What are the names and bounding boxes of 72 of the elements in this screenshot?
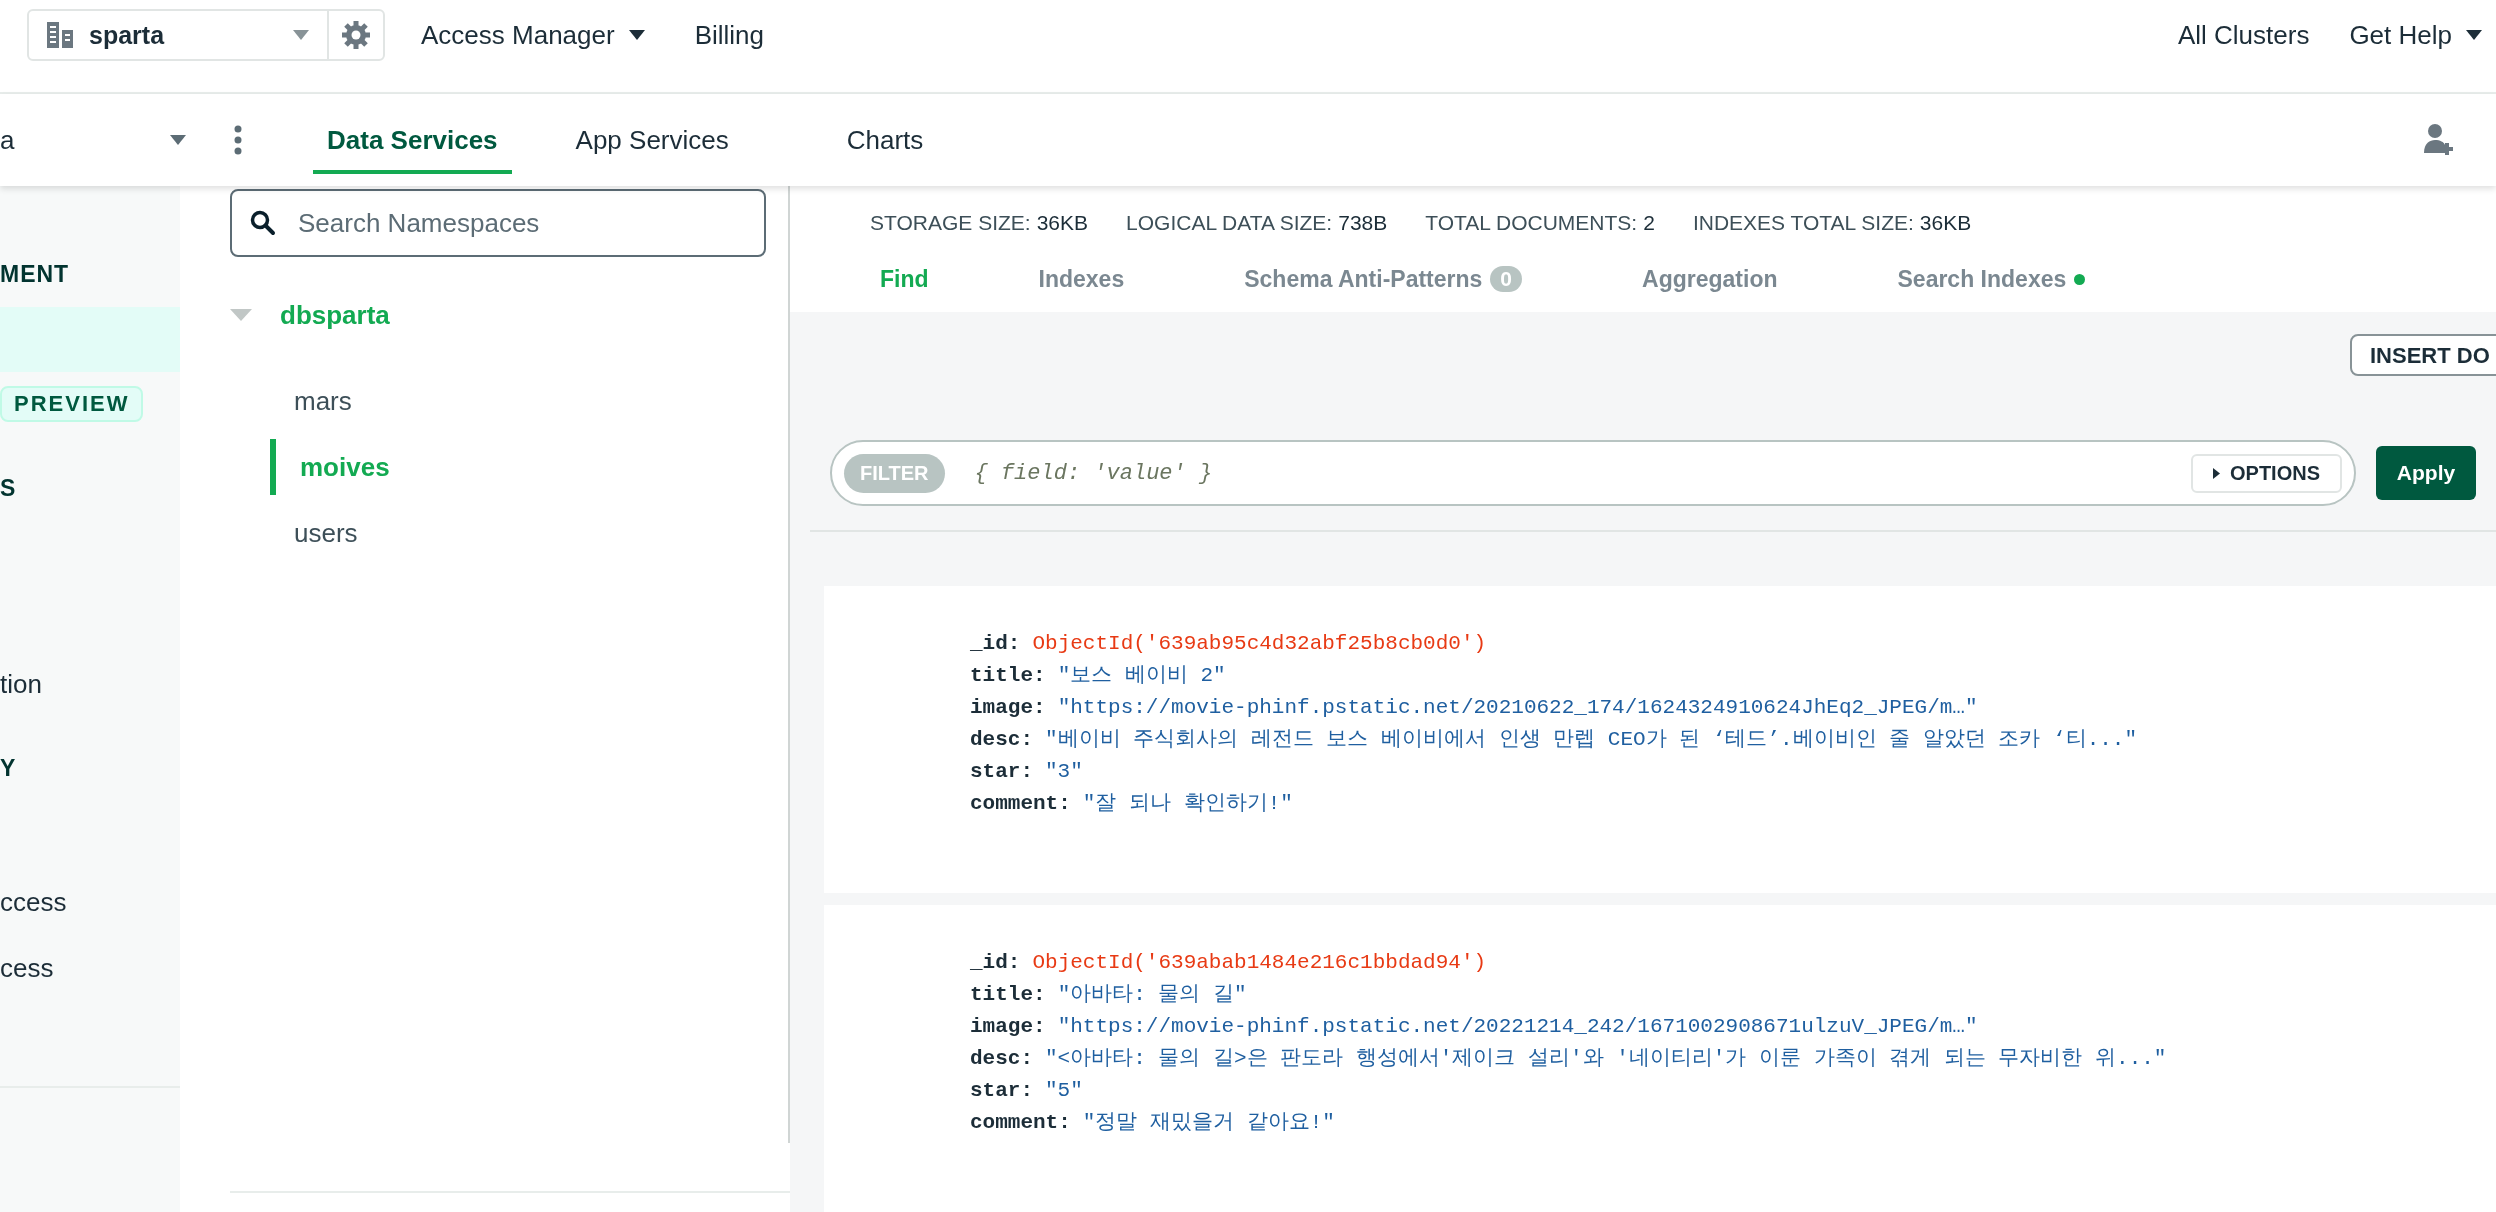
filter-field[interactable]: FILTER { field: 'value' } OPTIONS (830, 440, 2356, 506)
stat-label: INDEXES TOTAL SIZE: (1692, 211, 1914, 235)
top-menu[interactable]: Get Help (2349, 19, 2482, 51)
org-selector[interactable]: sparta (27, 9, 385, 61)
options-button[interactable]: OPTIONS (2191, 453, 2342, 493)
field-key: comment: (970, 792, 1071, 815)
add-user-button[interactable] (2422, 123, 2456, 157)
field-value: ObjectId('639abab1484e216c1bbdad94') (1032, 951, 1487, 974)
stat-value: 2 (1643, 211, 1655, 235)
settings-icon (341, 20, 371, 50)
field-key: image: (970, 696, 1046, 719)
search-field[interactable]: Search Namespaces (230, 189, 766, 257)
query-tab[interactable]: Schema Anti-Patterns 0 (1234, 265, 1533, 293)
nav-tab[interactable]: Data Services (313, 106, 512, 174)
field-value: "3" (1045, 760, 1083, 783)
field-value: "5" (1045, 1079, 1083, 1102)
caret-icon (293, 30, 309, 40)
stat-label: TOTAL DOCUMENTS: (1425, 211, 1638, 235)
section-heading: Y (0, 754, 17, 782)
top-menu[interactable]: All Clusters (2177, 19, 2310, 51)
field-value: "https://movie-phinf.pstatic.net/20221214_242/1671002908671ulzuV_JPEG/m…" (1057, 1015, 1978, 1038)
person-plus-icon (2422, 123, 2456, 157)
field-value: "<아바타: 물의 길>은 판도라 행성에서'제이크 설리'와 '네이티리'가 이룬 가족이 겪게 되는 무자비한 위..." (1045, 1047, 2167, 1070)
stat-value: 738B (1338, 211, 1388, 235)
org-name: sparta (89, 20, 166, 50)
more-icon (233, 125, 243, 155)
field-key: _id: (970, 951, 1021, 974)
field-value: "아바타: 물의 길" (1057, 983, 1247, 1006)
field-key: image: (970, 1015, 1046, 1038)
caret-icon (170, 135, 186, 145)
stat-label: STORAGE SIZE: (870, 211, 1031, 235)
section-heading: MENT (0, 260, 70, 288)
top-menu[interactable]: Access Manager (421, 19, 645, 51)
field-key: star: (970, 1079, 1033, 1102)
field-key: star: (970, 760, 1033, 783)
caret-right-icon (2213, 467, 2220, 479)
collection-item[interactable]: mars (230, 373, 766, 429)
section-heading: S (0, 474, 17, 502)
sidebar-item[interactable]: tion (0, 668, 42, 700)
stat-value: 36KB (1036, 211, 1089, 235)
field-key: desc: (970, 728, 1033, 751)
field-key: comment: (970, 1111, 1071, 1134)
stat-value: 36KB (1919, 211, 1972, 235)
filter-input[interactable]: { field: 'value' } (972, 459, 2163, 487)
field-key: title: (970, 983, 1046, 1006)
count-badge: 0 (1490, 266, 1523, 292)
field-value: "잘 되나 확인하기!" (1082, 792, 1293, 815)
collection-item[interactable]: users (230, 505, 766, 561)
field-value: ObjectId('639ab95c4d32abf25b8cb0d0') (1032, 632, 1487, 655)
insert-document-button[interactable]: INSERT DO (2350, 334, 2496, 376)
query-tab[interactable]: Aggregation (1632, 265, 1788, 293)
top-menu[interactable]: Billing (694, 19, 765, 51)
preview-badge: PREVIEW (0, 386, 144, 422)
field-key: desc: (970, 1047, 1033, 1070)
field-key: title: (970, 664, 1046, 687)
apply-button[interactable]: Apply (2376, 446, 2476, 500)
nav-tab[interactable]: App Services (561, 106, 743, 174)
field-key: _id: (970, 632, 1021, 655)
field-value: "정말 재밌을거 같아요!" (1082, 1111, 1335, 1134)
query-tab[interactable]: Indexes (1028, 265, 1135, 293)
filter-label: FILTER (844, 453, 945, 493)
sidebar-item[interactable]: ccess (0, 886, 67, 918)
search-icon (250, 210, 276, 236)
query-tab[interactable]: Search Indexes (1887, 265, 2096, 293)
field-value: "https://movie-phinf.pstatic.net/20210622_174/1624324910624JhEq2_JPEG/m…" (1057, 696, 1978, 719)
project-selector[interactable]: a (0, 124, 190, 156)
field-value: "보스 베이비 2" (1057, 664, 1226, 687)
nav-tab[interactable]: Charts (832, 106, 938, 174)
stat-label: LOGICAL DATA SIZE: (1126, 211, 1333, 235)
field-value: "베이비 주식회사의 레전드 보스 베이비에서 인생 만렙 CEO가 된 ‘테드’.베이비인 줄 알았던 조카 ‘티..." (1045, 728, 2138, 751)
sidebar-item[interactable]: cess (0, 952, 54, 984)
building-icon (45, 20, 75, 50)
